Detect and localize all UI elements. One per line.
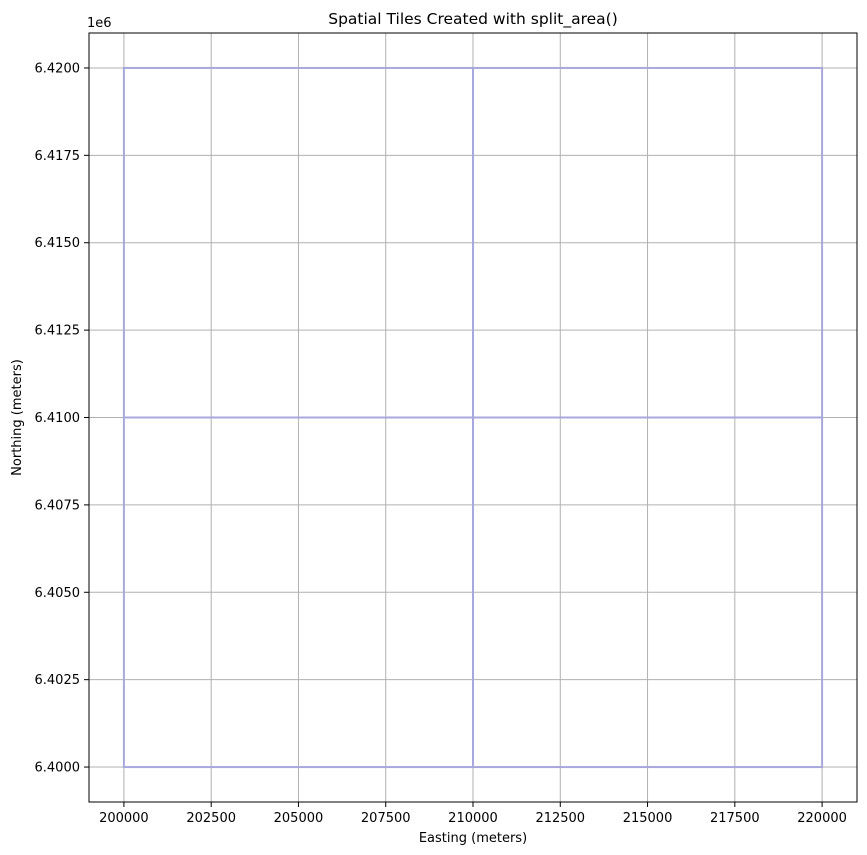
x-tick-label: 200000	[99, 811, 149, 826]
x-tick-label: 215000	[623, 811, 673, 826]
y-axis-label: Northing (meters)	[10, 359, 25, 476]
x-tick-label: 207500	[361, 811, 411, 826]
x-tick-label: 212500	[535, 811, 585, 826]
y-tick-label: 6.4050	[35, 586, 81, 601]
chart: 200000 202500 205000 207500 210000 212500 2150…	[0, 0, 867, 855]
x-tick-label: 217500	[710, 811, 760, 826]
y-tick-label: 6.4075	[35, 498, 81, 513]
y-tick-label: 6.4150	[35, 236, 81, 251]
x-tick-label: 202500	[186, 811, 236, 826]
chart-title: Spatial Tiles Created with split_area()	[328, 10, 618, 29]
y-tick-label: 6.4100	[35, 411, 81, 426]
y-tick-label: 6.4200	[35, 61, 81, 76]
y-tick-label: 6.4175	[35, 149, 81, 164]
y-tick-label: 6.4025	[35, 673, 81, 688]
y-tick-label: 6.4000	[35, 761, 81, 776]
y-axis-offset-label: 1e6	[87, 16, 112, 31]
x-tick-label: 210000	[448, 811, 498, 826]
y-tick-label: 6.4125	[35, 324, 81, 339]
x-tick-label: 205000	[274, 811, 324, 826]
x-tick-label: 220000	[797, 811, 847, 826]
x-axis: 200000 202500 205000 207500 210000 212500 2150…	[99, 802, 847, 826]
x-axis-label: Easting (meters)	[419, 831, 527, 846]
